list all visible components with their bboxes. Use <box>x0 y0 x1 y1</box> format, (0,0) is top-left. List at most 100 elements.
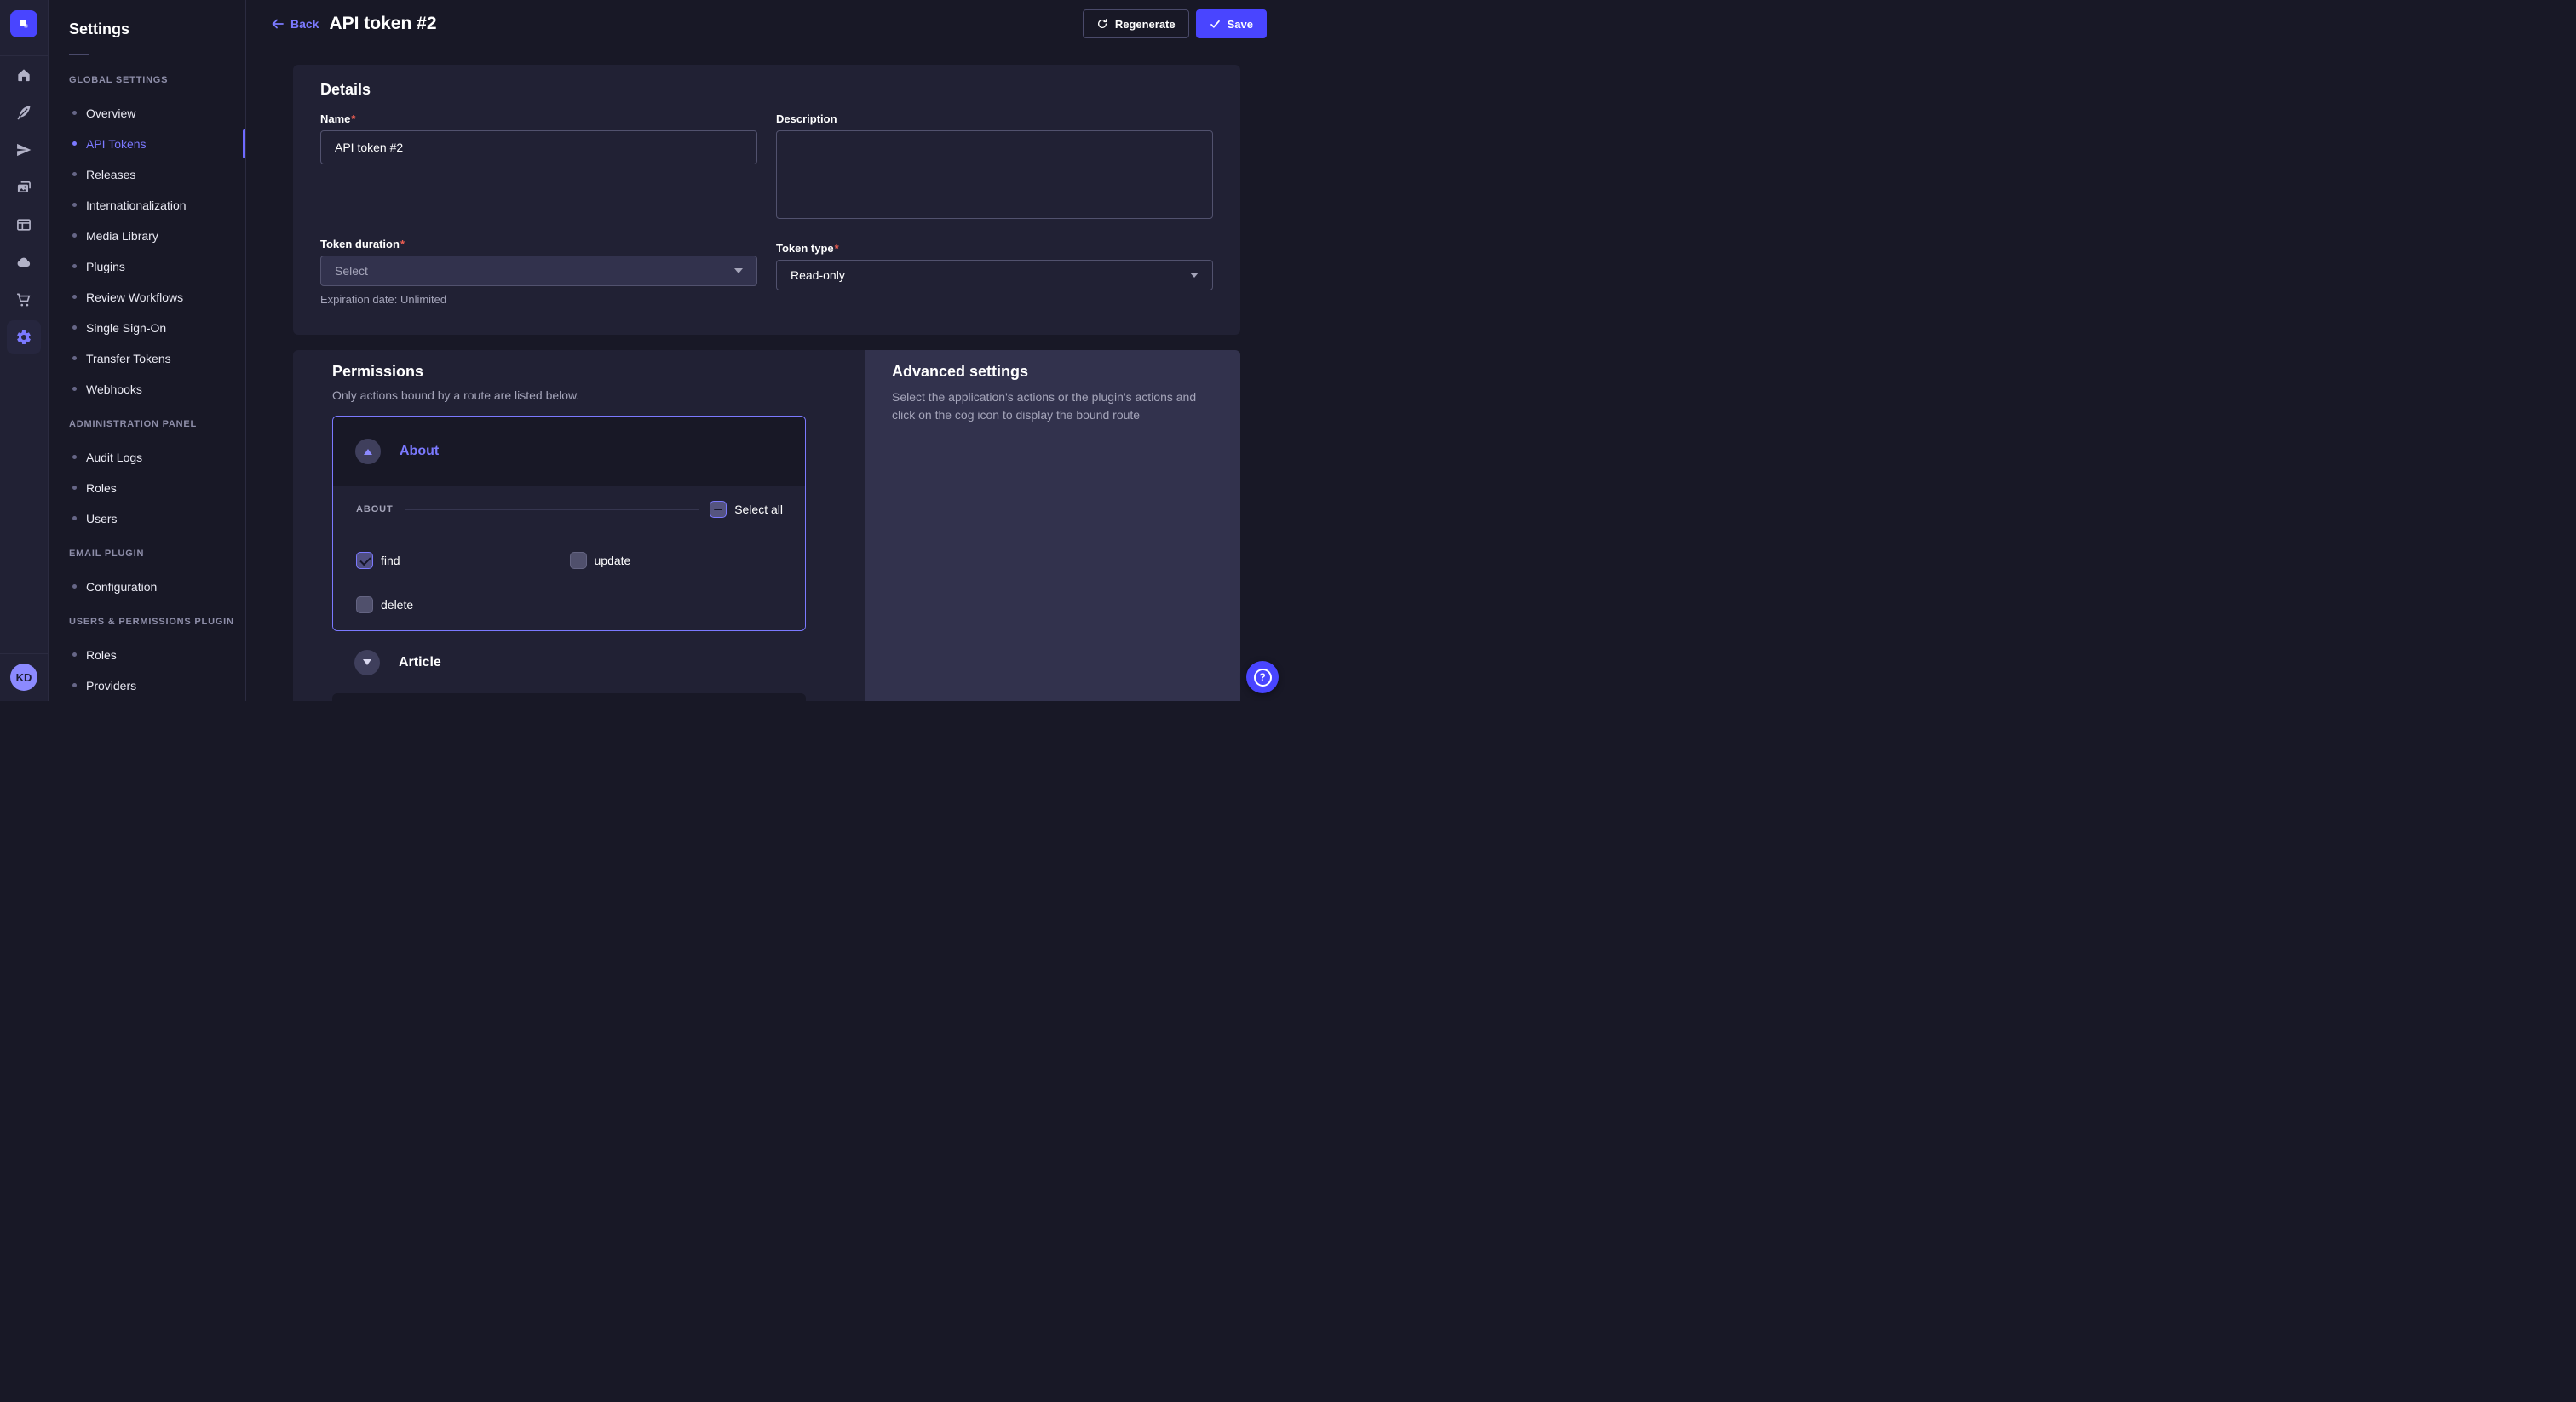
section-label-administration-panel: ADMINISTRATION PANEL <box>69 419 245 430</box>
bullet <box>72 356 77 360</box>
section-divider-line <box>405 509 700 510</box>
bullet <box>72 172 77 176</box>
regenerate-button[interactable]: Regenerate <box>1083 9 1189 38</box>
section-label-global-settings: GLOBAL SETTINGS <box>69 75 245 86</box>
save-label: Save <box>1228 18 1253 31</box>
bullet <box>72 486 77 490</box>
accordion-about: About ABOUT Select all find <box>332 416 806 631</box>
bullet <box>72 264 77 268</box>
bullet <box>72 652 77 657</box>
sidebar-item-internationalization[interactable]: Internationalization <box>49 190 245 221</box>
select-all-label: Select all <box>734 503 783 516</box>
permission-item-find: find <box>356 549 570 572</box>
images-icon[interactable] <box>7 170 41 204</box>
strapi-settings-screen: KD Settings GLOBAL SETTINGS Overview API… <box>0 0 1288 701</box>
sidebar-item-users[interactable]: Users <box>49 503 245 534</box>
permission-item-update: update <box>570 549 784 572</box>
main-nav-rail: KD <box>0 0 49 701</box>
settings-sidebar: Settings GLOBAL SETTINGS Overview API To… <box>49 0 246 701</box>
section-label-users-permissions-plugin: USERS & PERMISSIONS PLUGIN <box>69 617 245 628</box>
accordion-about-body: ABOUT Select all find <box>333 486 805 630</box>
name-input[interactable] <box>320 130 757 164</box>
home-icon[interactable] <box>7 58 41 92</box>
sidebar-item-transfer-tokens[interactable]: Transfer Tokens <box>49 343 245 374</box>
token-duration-select[interactable]: Select <box>320 256 757 286</box>
find-checkbox[interactable] <box>356 552 373 569</box>
paper-plane-icon[interactable] <box>7 133 41 167</box>
token-type-select[interactable]: Read-only <box>776 260 1213 290</box>
sidebar-item-up-roles[interactable]: Roles <box>49 640 245 670</box>
sidebar-item-admin-roles[interactable]: Roles <box>49 473 245 503</box>
rail-divider-bottom <box>0 653 48 654</box>
cart-icon[interactable] <box>7 283 41 317</box>
chevron-down-icon <box>1190 273 1199 278</box>
strapi-logo[interactable] <box>10 10 37 37</box>
help-icon: ? <box>1254 669 1272 687</box>
accordion-next-partial[interactable] <box>332 693 806 701</box>
page-header: Back API token #2 Regenerate Save <box>247 0 1288 48</box>
sidebar-item-single-sign-on[interactable]: Single Sign-On <box>49 313 245 343</box>
token-duration-label: Token duration* <box>320 238 757 250</box>
bullet <box>72 111 77 115</box>
sidebar-item-api-tokens[interactable]: API Tokens <box>49 129 245 159</box>
delete-checkbox[interactable] <box>356 596 373 613</box>
back-button[interactable]: Back <box>271 17 319 31</box>
bullet <box>72 325 77 330</box>
save-button[interactable]: Save <box>1196 9 1267 38</box>
accordion-article-label: Article <box>399 655 441 670</box>
permissions-section: Permissions Only actions bound by a rout… <box>293 350 865 701</box>
permissions-card: Permissions Only actions bound by a rout… <box>293 350 1240 701</box>
details-card: Details Name* Token duration* Select Exp… <box>293 65 1240 335</box>
about-section-label: ABOUT <box>356 504 394 514</box>
bullet <box>72 203 77 207</box>
description-textarea[interactable] <box>776 130 1213 219</box>
bullet <box>72 584 77 589</box>
email-plugin-list: Configuration <box>49 572 245 602</box>
sidebar-item-releases[interactable]: Releases <box>49 159 245 190</box>
layout-icon[interactable] <box>7 208 41 242</box>
bullet <box>72 516 77 520</box>
check-icon <box>1210 19 1221 30</box>
select-all-checkbox[interactable] <box>710 501 727 518</box>
avatar[interactable]: KD <box>10 664 37 691</box>
description-label: Description <box>776 112 1213 124</box>
accordion-article-header[interactable]: Article <box>332 631 806 693</box>
sidebar-item-overview[interactable]: Overview <box>49 98 245 129</box>
back-label: Back <box>290 17 319 31</box>
sidebar-item-providers[interactable]: Providers <box>49 670 245 701</box>
required-asterisk: * <box>835 242 839 255</box>
strapi-logo-icon <box>16 16 32 32</box>
gear-icon[interactable] <box>7 320 41 354</box>
token-type-value: Read-only <box>791 268 845 282</box>
permissions-title: Permissions <box>332 363 865 381</box>
users-permissions-plugin-list: Roles Providers <box>49 640 245 701</box>
section-label-email-plugin: EMAIL PLUGIN <box>69 549 245 560</box>
sidebar-item-review-workflows[interactable]: Review Workflows <box>49 282 245 313</box>
bullet <box>72 387 77 391</box>
cloud-icon[interactable] <box>7 245 41 279</box>
sidebar-item-webhooks[interactable]: Webhooks <box>49 374 245 405</box>
details-title: Details <box>320 81 1213 99</box>
help-button[interactable]: ? <box>1246 661 1279 693</box>
refresh-icon <box>1096 18 1108 30</box>
sidebar-item-configuration[interactable]: Configuration <box>49 572 245 602</box>
expand-toggle-button[interactable] <box>354 650 380 675</box>
expiration-hint: Expiration date: Unlimited <box>320 293 757 306</box>
sidebar-item-media-library[interactable]: Media Library <box>49 221 245 251</box>
permission-item-delete: delete <box>356 593 585 617</box>
bullet <box>72 233 77 238</box>
accordion-about-header[interactable]: About <box>333 417 805 486</box>
feather-icon[interactable] <box>7 95 41 129</box>
administration-panel-list: Audit Logs Roles Users <box>49 442 245 534</box>
bullet <box>72 295 77 299</box>
sidebar-item-audit-logs[interactable]: Audit Logs <box>49 442 245 473</box>
required-asterisk: * <box>400 238 405 250</box>
update-checkbox[interactable] <box>570 552 587 569</box>
sidebar-item-plugins[interactable]: Plugins <box>49 251 245 282</box>
permissions-subtitle: Only actions bound by a route are listed… <box>332 388 865 402</box>
find-label: find <box>381 554 400 567</box>
global-settings-list: Overview API Tokens Releases Internation… <box>49 98 245 405</box>
page-title: API token #2 <box>329 14 436 34</box>
regenerate-label: Regenerate <box>1115 18 1176 31</box>
collapse-toggle-button[interactable] <box>355 439 381 464</box>
